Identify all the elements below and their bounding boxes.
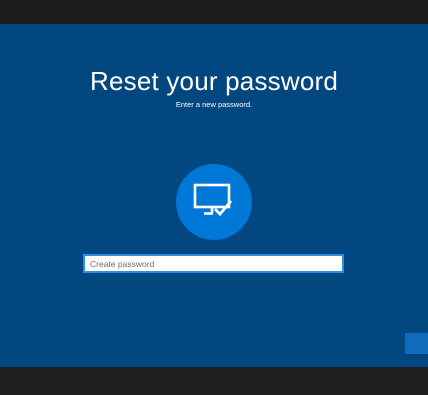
window-frame: Reset your password Enter a new password… bbox=[0, 0, 428, 395]
top-bar bbox=[0, 0, 428, 24]
page-title: Reset your password bbox=[89, 66, 339, 96]
reset-password-screen: Reset your password Enter a new password… bbox=[0, 24, 428, 367]
bottom-bar bbox=[0, 367, 428, 395]
page-subtitle: Enter a new password. bbox=[175, 100, 253, 109]
create-password-input[interactable] bbox=[83, 254, 344, 273]
submit-button[interactable] bbox=[405, 333, 428, 354]
monitor-check-icon bbox=[193, 183, 233, 217]
device-avatar bbox=[176, 164, 252, 240]
